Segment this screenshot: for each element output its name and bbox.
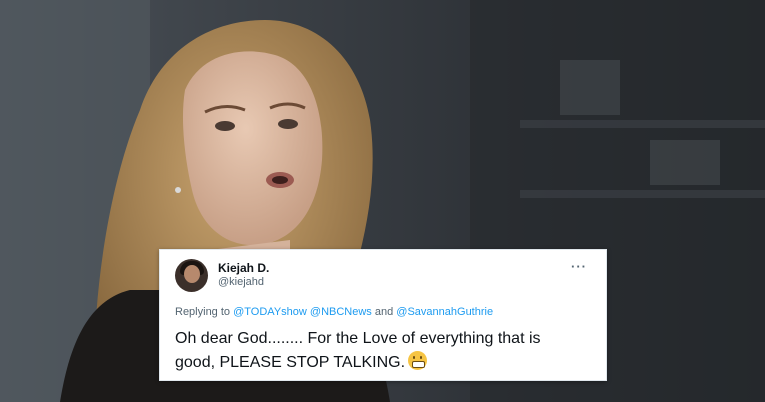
avatar[interactable]: [175, 259, 208, 292]
grimacing-face-icon: [408, 351, 428, 370]
mention-link[interactable]: @SavannahGuthrie: [396, 306, 493, 318]
replying-to-line: Replying to @TODAYshow @NBCNews and @Sav…: [175, 306, 493, 318]
mention-joiner: and: [374, 306, 394, 318]
avatar-face: [184, 265, 200, 283]
more-options-icon[interactable]: ···: [571, 259, 587, 274]
tweet-card[interactable]: Kiejah D. @kiejahd ··· Replying to @TODA…: [159, 249, 607, 381]
replying-to-label: Replying to: [175, 306, 231, 318]
tweet-text-line-2: good, PLEASE STOP TALKING.: [175, 351, 595, 375]
mention-link[interactable]: @TODAYshow: [233, 306, 307, 318]
tweet-text-line: Oh dear God........ For the Love of ever…: [175, 330, 541, 347]
tweet-text: Oh dear God........ For the Love of ever…: [175, 327, 595, 375]
user-handle[interactable]: @kiejahd: [218, 276, 264, 288]
tweet-text-line: good, PLEASE STOP TALKING.: [175, 354, 406, 371]
mention-link[interactable]: @NBCNews: [310, 306, 372, 318]
display-name[interactable]: Kiejah D.: [218, 261, 269, 275]
